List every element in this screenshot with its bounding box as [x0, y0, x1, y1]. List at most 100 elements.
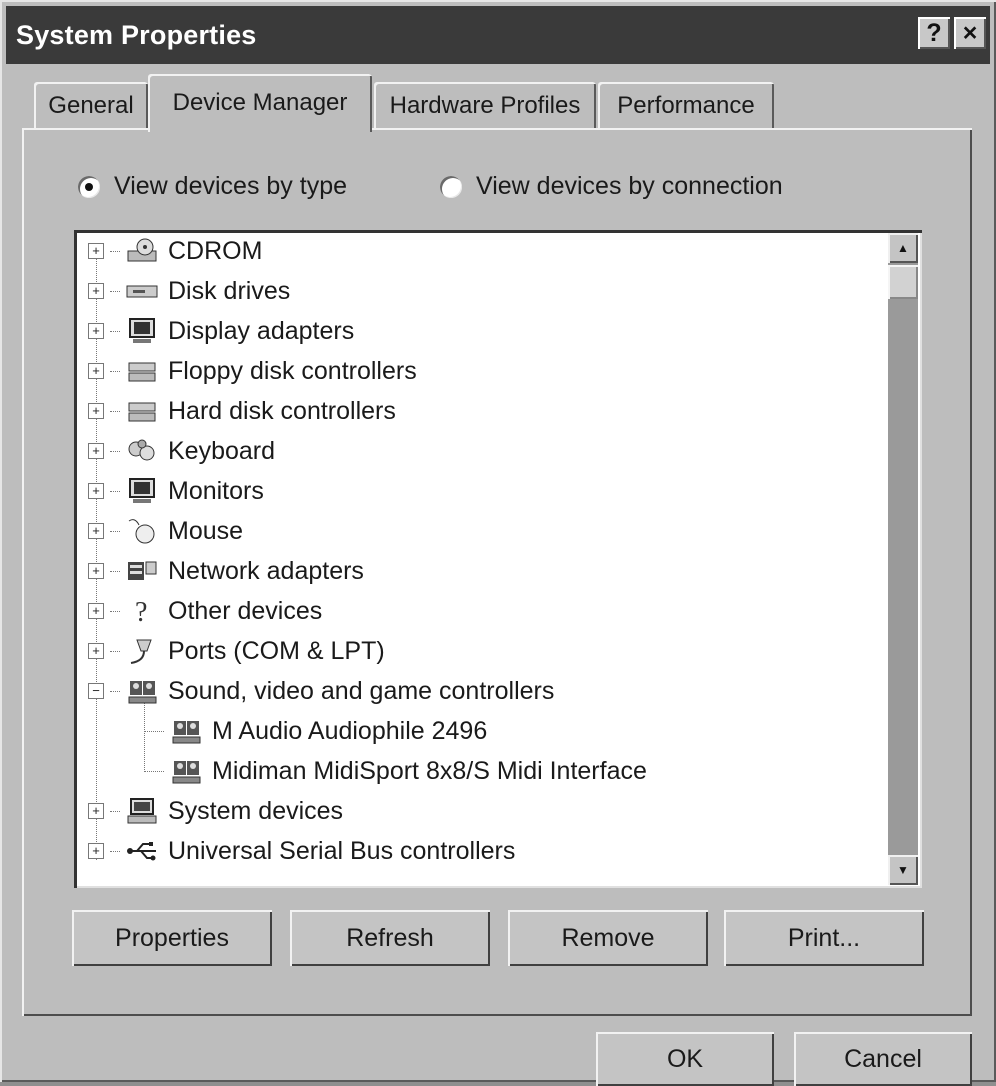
- disk-drive-icon: [124, 276, 160, 306]
- help-button[interactable]: ?: [918, 17, 950, 49]
- expand-toggle[interactable]: +: [88, 523, 104, 539]
- tree-item-other-devices[interactable]: + ? Other devices: [88, 593, 322, 629]
- expand-toggle[interactable]: +: [88, 803, 104, 819]
- tree-item-label: Floppy disk controllers: [168, 356, 417, 385]
- tab-hardware-profiles-label: Hardware Profiles: [389, 92, 581, 119]
- tree-item-label: Display adapters: [168, 316, 355, 345]
- tree-item-midiman-midisport[interactable]: Midiman MidiSport 8x8/S Midi Interface: [144, 753, 647, 789]
- sound-device-icon: [168, 756, 204, 786]
- device-tree[interactable]: + CDROM + Disk drives + Display adapters…: [74, 230, 922, 888]
- scroll-thumb[interactable]: [888, 265, 918, 299]
- print-button-label: Print...: [787, 923, 861, 952]
- tree-item-label: Mouse: [168, 516, 244, 545]
- tree-item-system-devices[interactable]: + System devices: [88, 793, 343, 829]
- monitor-icon: [124, 476, 160, 506]
- tree-item-label: Monitors: [168, 476, 264, 505]
- view-by-connection-option[interactable]: View devices by connection: [440, 172, 783, 201]
- tab-hardware-profiles[interactable]: Hardware Profiles: [374, 82, 596, 130]
- scroll-up-button[interactable]: ▲: [888, 233, 918, 263]
- expand-toggle[interactable]: +: [88, 483, 104, 499]
- tree-item-cdrom[interactable]: + CDROM: [88, 233, 262, 269]
- close-button[interactable]: ×: [954, 17, 986, 49]
- mouse-icon: [124, 516, 160, 546]
- properties-button[interactable]: Properties: [72, 910, 272, 966]
- expand-toggle[interactable]: +: [88, 643, 104, 659]
- tree-item-label: Universal Serial Bus controllers: [168, 836, 516, 865]
- remove-button[interactable]: Remove: [508, 910, 708, 966]
- tree-item-label: Ports (COM & LPT): [168, 636, 385, 665]
- display-adapter-icon: [124, 316, 160, 346]
- remove-button-label: Remove: [561, 923, 655, 952]
- view-by-type-option[interactable]: View devices by type: [78, 172, 347, 201]
- tree-item-sound-video-game-controllers[interactable]: − Sound, video and game controllers: [88, 673, 554, 709]
- window-title: System Properties: [16, 19, 257, 50]
- tab-device-manager-label: Device Manager: [172, 89, 348, 116]
- scroll-down-button[interactable]: ▼: [888, 855, 918, 885]
- tree-item-label: Other devices: [168, 596, 323, 625]
- tab-device-manager[interactable]: Device Manager: [148, 74, 372, 132]
- tree-item-network-adapters[interactable]: + Network adapters: [88, 553, 364, 589]
- expand-toggle[interactable]: +: [88, 843, 104, 859]
- ok-button-label: OK: [666, 1044, 704, 1073]
- sound-device-icon: [168, 716, 204, 746]
- tree-item-label: Midiman MidiSport 8x8/S Midi Interface: [212, 756, 647, 785]
- collapse-toggle[interactable]: −: [88, 683, 104, 699]
- refresh-button-label: Refresh: [346, 923, 434, 952]
- expand-toggle[interactable]: +: [88, 563, 104, 579]
- tree-item-keyboard[interactable]: + Keyboard: [88, 433, 275, 469]
- tab-general-label: General: [48, 92, 134, 119]
- question-icon: ?: [124, 596, 160, 626]
- tree-item-display-adapters[interactable]: + Display adapters: [88, 313, 354, 349]
- tree-item-disk-drives[interactable]: + Disk drives: [88, 273, 290, 309]
- vertical-scrollbar[interactable]: ▲ ▼: [888, 233, 918, 885]
- tab-general[interactable]: General: [34, 82, 148, 130]
- system-device-icon: [124, 796, 160, 826]
- tree-item-mouse[interactable]: + Mouse: [88, 513, 243, 549]
- cancel-button[interactable]: Cancel: [794, 1032, 972, 1086]
- svg-text:?: ?: [135, 597, 147, 625]
- tree-item-usb-controllers[interactable]: + Universal Serial Bus controllers: [88, 833, 515, 869]
- expand-toggle[interactable]: +: [88, 243, 104, 259]
- title-bar[interactable]: System Properties ? ×: [6, 6, 990, 64]
- tree-item-label: Disk drives: [168, 276, 291, 305]
- floppy-controller-icon: [124, 356, 160, 386]
- tree-item-label: CDROM: [168, 236, 263, 265]
- keyboard-icon: [124, 436, 160, 466]
- tree-item-label: Sound, video and game controllers: [168, 676, 555, 705]
- expand-toggle[interactable]: +: [88, 363, 104, 379]
- tree-item-hard-disk-controllers[interactable]: + Hard disk controllers: [88, 393, 396, 429]
- tree-item-label: M Audio Audiophile 2496: [212, 716, 488, 745]
- expand-toggle[interactable]: +: [88, 443, 104, 459]
- usb-icon: [124, 836, 160, 866]
- expand-toggle[interactable]: +: [88, 283, 104, 299]
- expand-toggle[interactable]: +: [88, 603, 104, 619]
- port-icon: [124, 636, 160, 666]
- tree-item-monitors[interactable]: + Monitors: [88, 473, 264, 509]
- view-by-type-label: View devices by type: [114, 172, 347, 200]
- expand-toggle[interactable]: +: [88, 323, 104, 339]
- radio-view-by-connection[interactable]: [440, 175, 462, 198]
- refresh-button[interactable]: Refresh: [290, 910, 490, 966]
- tab-performance-label: Performance: [617, 92, 755, 119]
- active-tab-join: [150, 126, 370, 132]
- tree-item-label: Hard disk controllers: [168, 396, 396, 425]
- hard-disk-controller-icon: [124, 396, 160, 426]
- tree-item-floppy-disk-controllers[interactable]: + Floppy disk controllers: [88, 353, 417, 389]
- ok-button[interactable]: OK: [596, 1032, 774, 1086]
- print-button[interactable]: Print...: [724, 910, 924, 966]
- sound-controller-icon: [124, 676, 160, 706]
- network-adapter-icon: [124, 556, 160, 586]
- properties-button-label: Properties: [115, 923, 229, 952]
- tree-item-label: Keyboard: [168, 436, 276, 465]
- cdrom-icon: [124, 236, 160, 266]
- system-properties-window: System Properties ? × General Device Man…: [0, 0, 996, 1086]
- cancel-button-label: Cancel: [844, 1044, 922, 1073]
- tree-item-label: Network adapters: [168, 556, 364, 585]
- tree-item-label: System devices: [168, 796, 344, 825]
- radio-view-by-type[interactable]: [78, 175, 100, 198]
- tree-item-m-audio-audiophile[interactable]: M Audio Audiophile 2496: [144, 713, 487, 749]
- tab-performance[interactable]: Performance: [598, 82, 774, 130]
- tree-item-ports[interactable]: + Ports (COM & LPT): [88, 633, 385, 669]
- view-by-connection-label: View devices by connection: [476, 172, 783, 200]
- expand-toggle[interactable]: +: [88, 403, 104, 419]
